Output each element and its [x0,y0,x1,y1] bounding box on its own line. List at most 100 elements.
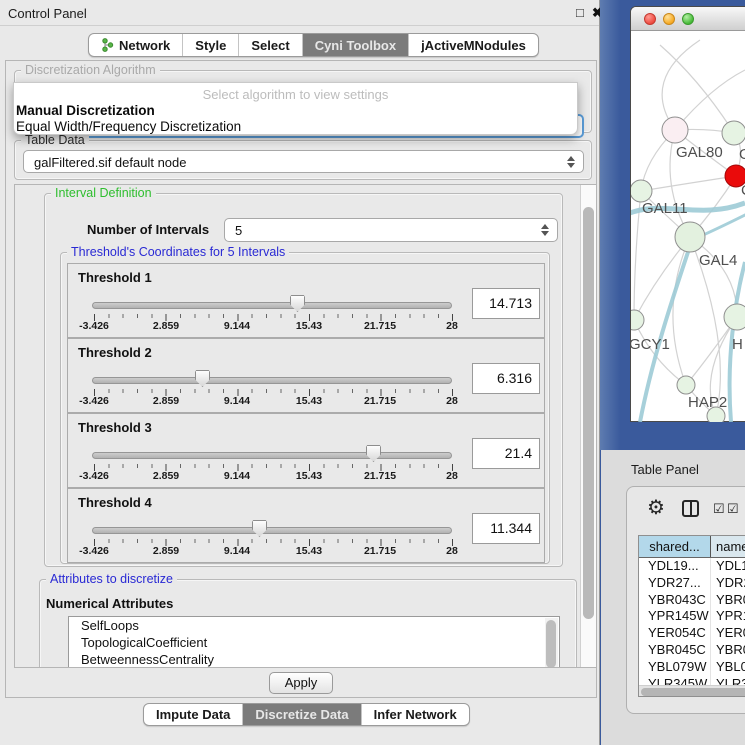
node-label-gcy1: GCY1 [631,336,670,353]
threshold-1-value-field[interactable]: 14.713 [472,288,540,319]
tick-labels: -3.426 2.859 9.144 15.43 21.715 28 [68,395,544,409]
tick-label: 28 [446,320,458,332]
threshold-1-box: Threshold 1 -3.426 2.859 9.144 15.43 21.… [67,263,545,338]
threshold-3-label: Threshold 3 [78,420,152,435]
node-table: shared... name YDL19...YDL1 YDR27...YDR2… [638,535,745,697]
threshold-3-value-field[interactable]: 21.4 [472,438,540,469]
table-horizontal-scrollbar[interactable] [639,685,745,696]
minimize-traffic-light[interactable] [663,13,675,25]
tab-style[interactable]: Style [183,34,239,56]
threshold-3-box: Threshold 3 -3.426 2.859 9.144 15.43 21.… [67,413,545,488]
cell: YDR2 [711,575,745,592]
list-item[interactable]: BetweennessCentrality [69,651,559,668]
node-label-ga: GA [739,146,745,163]
thresholds-group: Threshold's Coordinates for 5 Intervals … [60,252,550,564]
tab-infer-network[interactable]: Infer Network [362,704,469,725]
table-row[interactable]: YDR27...YDR2 [639,575,745,592]
column-header-name[interactable]: name [711,536,745,557]
tab-select-label: Select [251,38,289,53]
settings-vertical-scrollbar[interactable] [580,185,596,667]
cell: YPR145W [639,608,711,625]
node-label-h: H [732,336,743,353]
interval-definition-title: Interval Definition [51,186,156,200]
tab-cyni-toolbox-label: Cyni Toolbox [315,38,396,53]
combo-arrows-icon [567,156,575,168]
threshold-2-slider-track[interactable] [92,377,452,384]
threshold-3-slider-track[interactable] [92,452,452,459]
close-traffic-light[interactable] [644,13,656,25]
thresholds-title: Threshold's Coordinates for 5 Intervals [67,245,289,259]
tab-impute-data[interactable]: Impute Data [144,704,243,725]
table-row[interactable]: YDL19...YDL1 [639,558,745,575]
node-h[interactable] [724,304,745,330]
tab-jactivemnodules[interactable]: jActiveMNodules [409,34,538,56]
table-row[interactable]: YBR045CYBR0 [639,642,745,659]
tab-discretize-data-label: Discretize Data [255,707,348,722]
node-label-gal4: GAL4 [699,252,737,269]
threshold-1-slider-thumb[interactable] [290,295,305,312]
checkbox-icon[interactable]: ☑ [727,501,739,517]
tick-label: 2.859 [153,395,179,407]
threshold-4-slider-thumb[interactable] [252,520,267,537]
node-label-hap2: HAP2 [688,394,727,411]
tick-label: 9.144 [224,395,250,407]
table-row[interactable]: YBL079WYBL0 [639,659,745,676]
list-item[interactable]: TopologicalCoefficient [69,634,559,651]
cell: YBR043C [639,592,711,609]
column-header-shared[interactable]: shared... [639,536,711,557]
algorithm-dropdown-popup: Select algorithm to view settings Manual… [13,82,578,135]
threshold-3-slider-thumb[interactable] [366,445,381,462]
network-canvas[interactable]: GAL80 GA C GAL11 GAL4 GCY1 H HAP2 [631,30,745,422]
zoom-traffic-light[interactable] [682,13,694,25]
tick-label: 2.859 [153,470,179,482]
attributes-title: Attributes to discretize [46,572,177,586]
threshold-1-slider-track[interactable] [92,302,452,309]
node-gal4[interactable] [675,222,705,252]
tab-network[interactable]: Network [89,34,183,56]
list-item[interactable]: SelfLoops [69,617,559,634]
tick-labels: -3.426 2.859 9.144 15.43 21.715 28 [68,545,544,559]
node-hap2[interactable] [677,376,695,394]
tick-label: 9.144 [224,545,250,557]
table-row[interactable]: YBR043CYBR0 [639,592,745,609]
node-gal80[interactable] [662,117,688,143]
tab-discretize-data[interactable]: Discretize Data [243,704,361,725]
settings-scroll-pane: Interval Definition Number of Intervals … [14,184,597,668]
list-scrollbar[interactable] [545,618,558,668]
threshold-4-value-field[interactable]: 11.344 [472,513,540,544]
node-top-right[interactable] [722,121,745,145]
tab-select[interactable]: Select [239,34,302,56]
table-data-selected: galFiltered.sif default node [34,155,186,170]
threshold-2-value-field[interactable]: 6.316 [472,363,540,394]
checkbox-icon[interactable]: ☑ [713,501,725,517]
node-gal11[interactable] [631,180,652,202]
table-body: YDL19...YDL1 YDR27...YDR2 YBR043CYBR0 YP… [639,558,745,695]
dropdown-option-manual[interactable]: Manual Discretization [16,103,155,118]
control-panel-titlebar: Control Panel □ ✖ [0,0,599,26]
threshold-2-slider-thumb[interactable] [195,370,210,387]
table-row[interactable]: YPR145WYPR1 [639,608,745,625]
table-data-combobox[interactable]: galFiltered.sif default node [23,150,584,173]
dropdown-option-equal-width[interactable]: Equal Width/Frequency Discretization [16,119,241,134]
columns-icon[interactable] [682,500,699,517]
tick-labels: -3.426 2.859 9.144 15.43 21.715 28 [68,320,544,334]
tick-label: -3.426 [79,320,109,332]
threshold-4-slider-track[interactable] [92,527,452,534]
apply-button[interactable]: Apply [269,672,333,694]
table-data-group: Table Data galFiltered.sif default node [14,140,592,180]
gear-icon[interactable]: ⚙ [647,495,665,520]
float-window-icon[interactable]: □ [576,5,584,20]
table-row[interactable]: YER054CYER0 [639,625,745,642]
tick-label: -3.426 [79,470,109,482]
number-of-intervals-combobox[interactable]: 5 [224,218,558,242]
number-of-intervals-value: 5 [235,223,242,238]
discretization-algorithm-title: Discretization Algorithm [21,63,160,77]
node-gcy1[interactable] [631,310,644,330]
tick-label: 21.715 [364,470,396,482]
cell: YBL079W [639,659,711,676]
threshold-1-label: Threshold 1 [78,270,152,285]
tick-label: 21.715 [364,320,396,332]
tab-cyni-toolbox[interactable]: Cyni Toolbox [303,34,409,56]
dropdown-prompt-option[interactable]: Select algorithm to view settings [14,87,577,102]
tick-label: 28 [446,545,458,557]
